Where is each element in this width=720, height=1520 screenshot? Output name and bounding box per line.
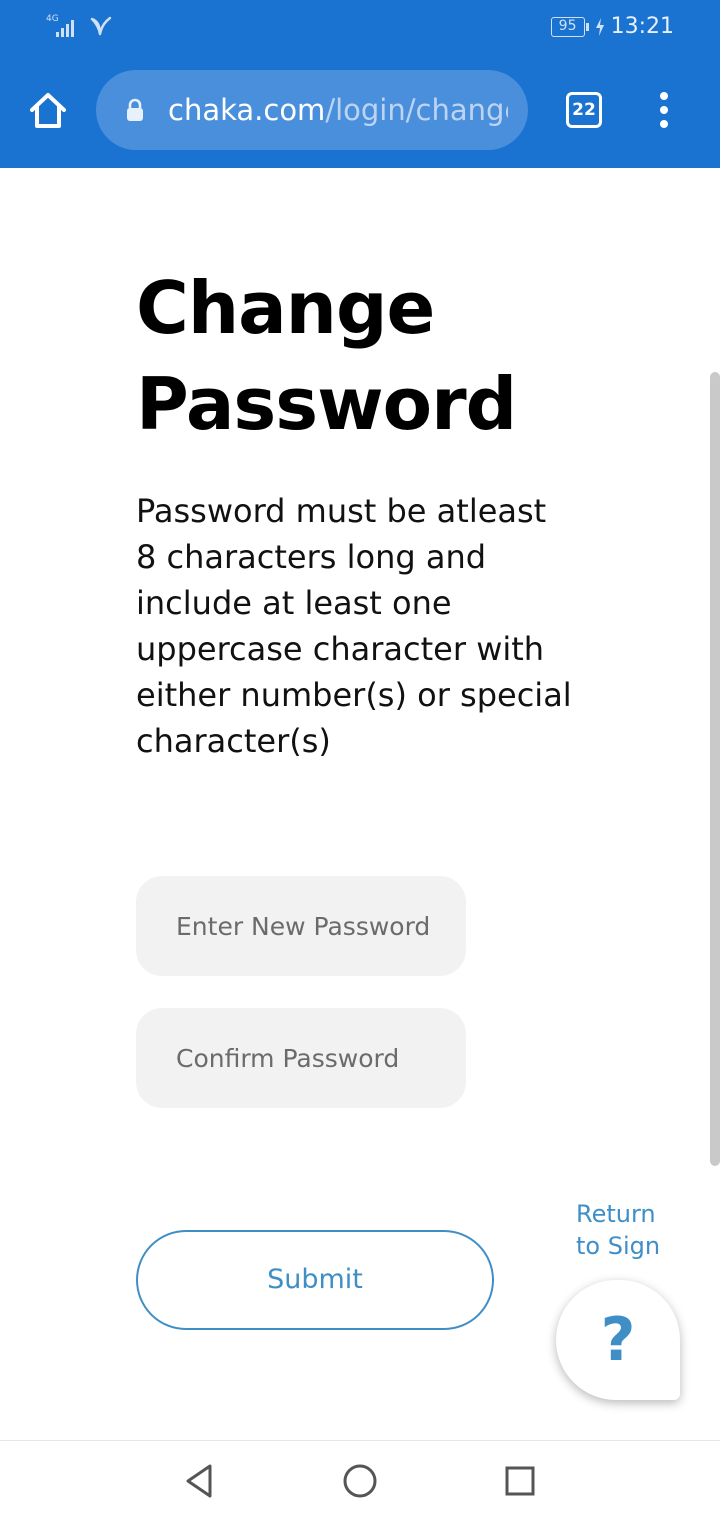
status-bar-right: 95 13:21 (550, 14, 674, 39)
page-content: Change Password Password must be atleast… (0, 168, 720, 1440)
charging-icon (595, 17, 604, 36)
password-requirements: Password must be atleast 8 characters lo… (136, 492, 572, 760)
leaf-icon (90, 16, 112, 36)
browser-toolbar: 4G 95 13:21 chaka.com/login/change 22 (0, 0, 720, 168)
scrollbar[interactable] (710, 372, 720, 1166)
page-title: Change Password (136, 266, 517, 446)
url-domain: chaka.com (168, 93, 326, 127)
submit-button[interactable]: Submit (136, 1230, 494, 1330)
battery-level: 95 (550, 16, 585, 37)
more-vert-icon[interactable] (652, 92, 676, 130)
new-password-input[interactable] (136, 876, 466, 976)
browser-home-button[interactable] (26, 88, 70, 132)
recent-apps-icon[interactable] (502, 1463, 538, 1499)
url-text: chaka.com/login/change (168, 90, 508, 130)
clock: 13:21 (610, 14, 674, 39)
back-icon[interactable] (182, 1463, 218, 1499)
tab-switcher-button[interactable]: 22 (566, 92, 602, 128)
address-bar[interactable]: chaka.com/login/change (96, 70, 528, 150)
home-nav-icon[interactable] (342, 1463, 378, 1499)
url-path: /login/change (325, 93, 508, 127)
status-bar-left: 4G (46, 14, 112, 38)
battery-icon: 95 (550, 16, 589, 37)
signal-icon: 4G (46, 14, 82, 38)
confirm-password-input[interactable] (136, 1008, 466, 1108)
lock-icon (127, 98, 143, 121)
return-to-sign-in-link[interactable]: Return to Sign (576, 1198, 676, 1288)
help-button[interactable]: ? (556, 1280, 680, 1400)
home-icon (30, 93, 66, 128)
system-navigation-bar (0, 1440, 720, 1520)
